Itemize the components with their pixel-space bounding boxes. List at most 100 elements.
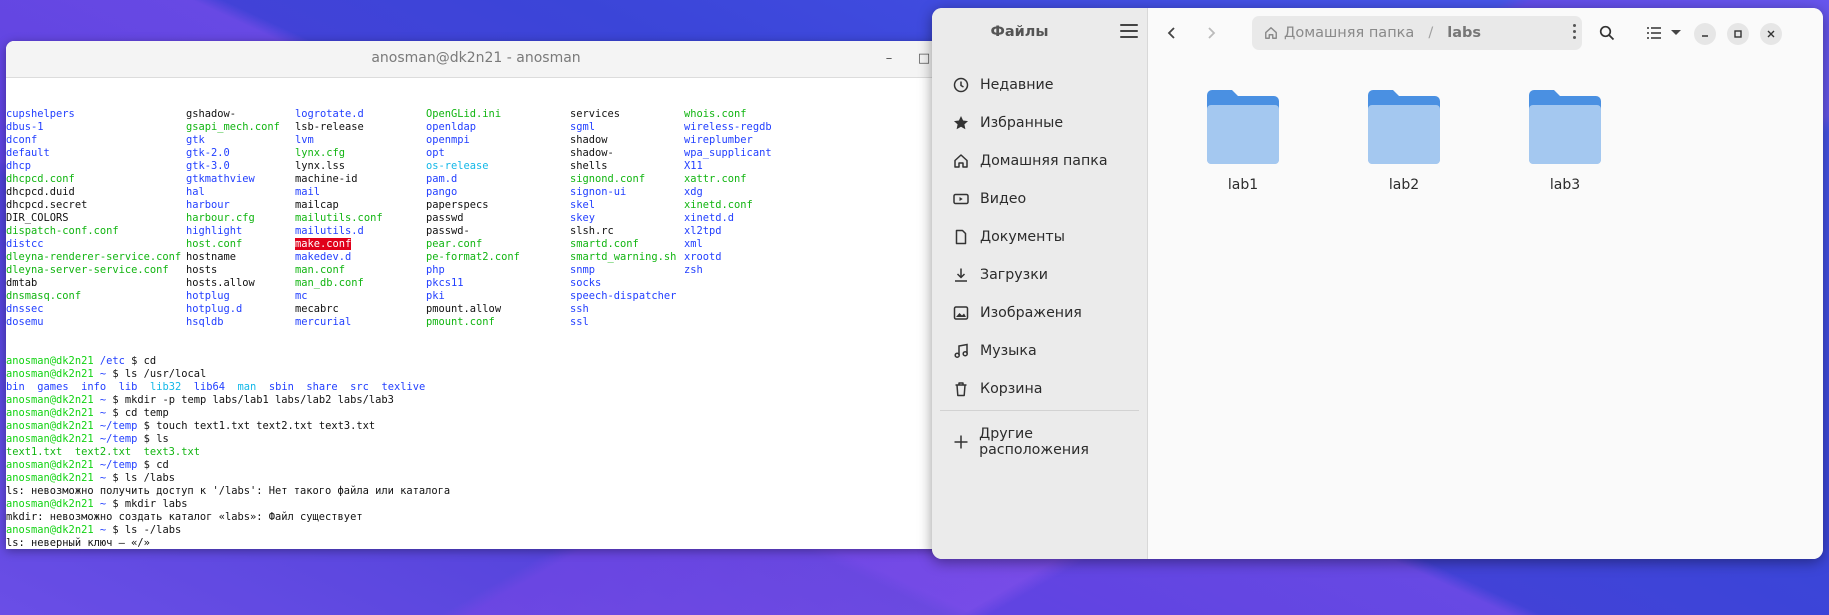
ls-entry: pe-format2.conf [426,251,520,263]
folder-item[interactable]: lab1 [1198,85,1288,193]
maximize-button[interactable]: □ [916,51,932,67]
folder-item[interactable]: lab2 [1359,85,1449,193]
prompt-user: anosman@dk2n21 [6,394,94,406]
ls-entry: gtk-2.0 [186,147,230,159]
ls-entry: dhcpcd.conf [6,173,75,185]
home-icon [952,152,970,170]
ls-column: OpenGLid.ini openldap openmpi opt os-release… [426,108,520,329]
back-button[interactable] [1160,21,1184,45]
command-text: mkdir labs [124,498,188,510]
document-icon [952,228,970,246]
prompt-user: anosman@dk2n21 [6,524,94,536]
sidebar-item-trash[interactable]: Корзина [940,372,1139,406]
view-options-dropdown[interactable] [1664,21,1688,45]
ls-entry: hal [186,186,205,198]
minimize-button[interactable] [1694,23,1716,45]
command-text: mkdir -p temp labs/lab1 labs/lab2 labs/l… [124,394,394,406]
ls-entry: machine-id [295,173,358,185]
ls-entry: socks [570,277,602,289]
ls-entry: ssl [570,316,589,328]
ls-entry: paperspecs [426,199,489,211]
path-bar[interactable]: Домашняя папка / labs [1252,16,1582,50]
ls-entry: gtk-3.0 [186,160,230,172]
folder-name: lab1 [1227,177,1259,193]
ls-entry: slsh.rc [570,225,614,237]
ls-entry: xinetd.conf [684,199,753,211]
forward-button[interactable] [1199,21,1223,45]
ls-column: gshadow-gsapi_mech.conf gtk gtk-2.0 gtk-3.0… [186,108,280,329]
ls-entry: gshadow- [186,108,237,120]
hamburger-menu-icon[interactable] [1120,24,1138,40]
prompt-path: ~ [99,394,107,406]
ls-entry: makedev.d [295,251,352,263]
command-text: ls /labs [124,472,175,484]
sidebar-item-label: Документы [980,229,1065,245]
sidebar-item-recent[interactable]: Недавние [940,68,1139,102]
ls-entry: gsapi_mech.conf [186,121,280,133]
view-list-button[interactable] [1642,21,1666,45]
close-button[interactable] [1760,23,1782,45]
ls-column: logrotate.d lsb-release lvm lynx.cfg lynx.ls… [295,108,383,329]
chevron-right-icon [1208,27,1216,39]
command-text: cd [143,355,157,367]
ls-entry: pkcs11 [426,277,464,289]
sidebar-item-documents[interactable]: Документы [940,220,1139,254]
sidebar-item-videos[interactable]: Видео [940,182,1139,216]
ls-entry: bin [6,381,25,393]
ls-entry: xml [684,238,703,250]
ls-entry: dmtab [6,277,38,289]
prompt-line: anosman@dk2n21 ~/temp $ ls [6,433,169,445]
ls-entry: lynx.cfg [295,147,346,159]
ls-entry: mail [295,186,321,198]
ls-entry: os-release [426,160,489,172]
chevron-down-icon [1671,30,1681,35]
ls-entry: xl2tpd [684,225,722,237]
ls-entry: texlive [381,381,426,393]
sidebar-item-label: Недавние [980,77,1054,93]
sidebar-item-music[interactable]: Музыка [940,334,1139,368]
sidebar-item-other-locations[interactable]: Другие расположения [940,425,1139,459]
ls-entry: passwd [426,212,464,224]
terminal-window[interactable]: anosman@dk2n21 - anosman – □ cupshelpers… [6,41,946,549]
ls-entry: wireless-regdb [684,121,772,133]
ls-entry: OpenGLid.ini [426,108,502,120]
sidebar-item-home[interactable]: Домашняя папка [940,144,1139,178]
music-icon [952,342,970,360]
output-line: ls: неверный ключ — «/» [6,537,150,549]
terminal-output[interactable]: cupshelpers dbus-1 dconf default dhcp dhcpcd.… [6,78,946,549]
ls-entry: xattr.conf [684,173,747,185]
path-menu-icon[interactable] [1573,24,1576,39]
ls-entry: man.conf [295,264,346,276]
maximize-button[interactable] [1727,23,1749,45]
ls-entry: dnsmasq.conf [6,290,82,302]
ls-entry: openmpi [426,134,470,146]
ls-entry: shells [570,160,608,172]
ls-entry: smartd.conf [570,238,639,250]
prompt-path: ~/temp [99,420,138,432]
ls-entry: logrotate.d [295,108,364,120]
home-icon [1264,26,1278,40]
ls-entry: passwd- [426,225,470,237]
ls-entry: mc [295,290,308,302]
terminal-titlebar[interactable]: anosman@dk2n21 - anosman – □ [6,41,946,78]
folder-item[interactable]: lab3 [1520,85,1610,193]
ls-entry: dispatch-conf.conf [6,225,119,237]
ls-entry: lynx.lss [295,160,346,172]
prompt-line: anosman@dk2n21 ~ $ ls -/labs [6,524,182,536]
breadcrumb-current[interactable]: labs [1447,25,1481,41]
files-window[interactable]: Файлы Недавние Избранные Домашняя папка [932,8,1823,559]
ls-output-line: text1.txt text2.txt text3.txt [6,446,946,459]
sidebar-item-starred[interactable]: Избранные [940,106,1139,140]
folder-name: lab2 [1388,177,1420,193]
breadcrumb-home[interactable]: Домашняя папка [1284,25,1414,41]
folder-icon [1207,90,1279,164]
sidebar-item-downloads[interactable]: Загрузки [940,258,1139,292]
search-button[interactable] [1595,21,1619,45]
ls-entry: dosemu [6,316,44,328]
image-icon [952,304,970,322]
sidebar-item-pictures[interactable]: Изображения [940,296,1139,330]
minimize-button[interactable]: – [881,51,897,67]
ls-entry: games [37,381,69,393]
ls-entry: hosts [186,264,218,276]
sidebar-item-label: Другие расположения [979,426,1089,458]
